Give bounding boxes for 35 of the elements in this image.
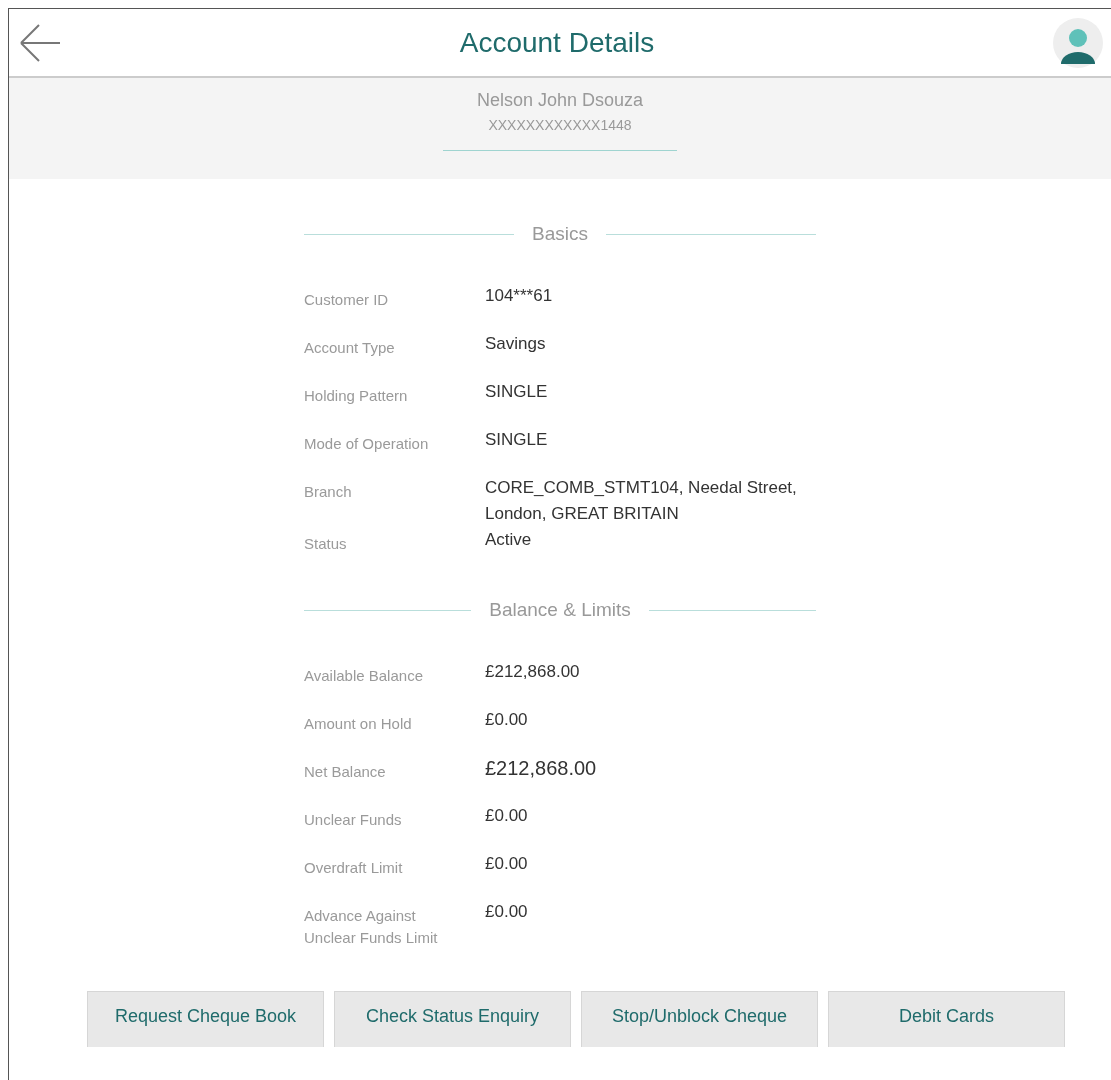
- field-value: £0.00: [485, 901, 529, 923]
- field-label: Holding Pattern: [304, 386, 409, 406]
- page-title: Account Details: [459, 26, 655, 59]
- field-value: 104***61: [485, 285, 554, 307]
- back-arrow-icon[interactable]: [19, 22, 61, 63]
- field-label: Customer ID: [304, 290, 390, 310]
- field-label: Advance Against Unclear Funds Limit: [304, 906, 439, 948]
- account-holder-name: Nelson John Dsouza: [476, 90, 644, 111]
- field-value: Savings: [485, 333, 547, 355]
- action-button[interactable]: Debit Cards: [828, 991, 1065, 1047]
- field-value: £0.00: [485, 709, 529, 731]
- field-label: Net Balance: [304, 762, 387, 782]
- field-label: Unclear Funds: [304, 810, 403, 830]
- account-number: XXXXXXXXXXXX1448: [488, 117, 632, 133]
- action-button[interactable]: Check Status Enquiry: [334, 991, 571, 1047]
- field-label: Account Type: [304, 338, 396, 358]
- field-label: Amount on Hold: [304, 714, 413, 734]
- action-button[interactable]: Request Cheque Book: [87, 991, 324, 1047]
- section-heading: Balance & Limits: [489, 599, 631, 621]
- field-value: SINGLE: [485, 429, 549, 451]
- field-value: Active: [485, 529, 533, 551]
- action-button[interactable]: Stop/Unblock Cheque: [581, 991, 818, 1047]
- field-label: Mode of Operation: [304, 434, 430, 454]
- field-value: SINGLE: [485, 381, 549, 403]
- field-label: Status: [304, 534, 348, 554]
- field-value: CORE_COMB_STMT104, Needal Street, London, GREAT BRITAIN: [485, 477, 798, 525]
- section-heading: Basics: [532, 223, 588, 245]
- field-value: £0.00: [485, 805, 529, 827]
- field-value: £0.00: [485, 853, 529, 875]
- field-label: Available Balance: [304, 666, 424, 686]
- field-label: Branch: [304, 482, 353, 502]
- field-label: Overdraft Limit: [304, 858, 404, 878]
- profile-avatar-icon[interactable]: [1053, 17, 1103, 68]
- field-value: £212,868.00: [485, 756, 598, 781]
- field-value: £212,868.00: [485, 661, 581, 683]
